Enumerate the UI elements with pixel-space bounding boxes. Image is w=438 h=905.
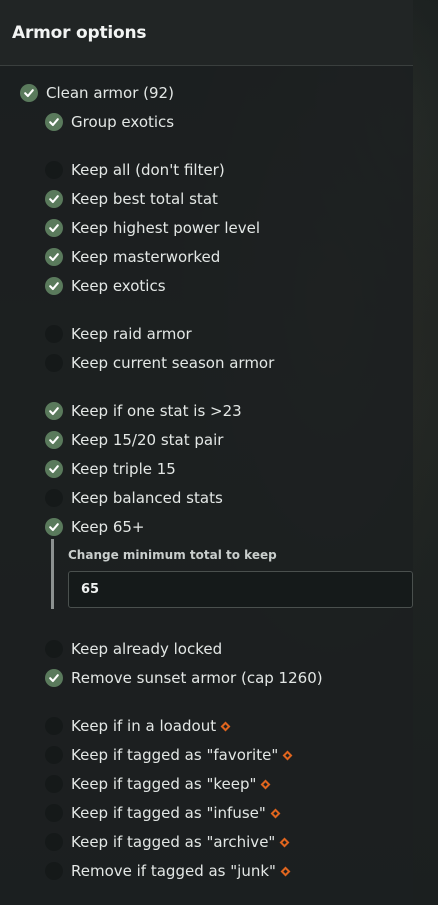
option-clean[interactable]: Clean armor (92) [20, 81, 174, 105]
tag-diamond-icon [260, 779, 271, 790]
option-remove-junk[interactable]: Remove if tagged as "junk" [45, 859, 291, 883]
option-keep-triple[interactable]: Keep triple 15 [45, 457, 176, 481]
option-keep-infuse[interactable]: Keep if tagged as "infuse" [45, 801, 281, 825]
armor-options-panel: Armor options [0, 0, 413, 905]
option-keep-65[interactable]: Keep 65+ [45, 515, 145, 539]
option-label: Keep already locked [71, 640, 223, 658]
option-label: Group exotics [71, 113, 175, 131]
checked-checkbox-icon[interactable] [45, 113, 63, 131]
option-keep-exotics[interactable]: Keep exotics [45, 274, 166, 298]
option-keep-archive[interactable]: Keep if tagged as "archive" [45, 830, 290, 854]
option-label: Keep masterworked [71, 248, 221, 266]
tag-diamond-icon [220, 721, 231, 732]
option-label: Keep exotics [71, 277, 166, 295]
option-keep-season[interactable]: Keep current season armor [45, 351, 274, 375]
option-keep-highest-power[interactable]: Keep highest power level [45, 216, 260, 240]
tag-diamond-icon [270, 808, 281, 819]
checked-checkbox-icon[interactable] [45, 431, 63, 449]
option-label: Keep current season armor [71, 354, 275, 372]
option-label: Keep triple 15 [71, 460, 176, 478]
tag-diamond-icon [280, 866, 291, 877]
option-label: Remove if tagged as "junk" [71, 862, 276, 880]
option-keep-raid[interactable]: Keep raid armor [45, 322, 192, 346]
unchecked-checkbox-icon[interactable] [45, 862, 63, 880]
option-label: Remove sunset armor (cap 1260) [71, 669, 323, 687]
option-label: Keep highest power level [71, 219, 261, 237]
option-keep-all[interactable]: Keep all (don't filter) [45, 158, 225, 182]
unchecked-checkbox-icon[interactable] [45, 804, 63, 822]
unchecked-checkbox-icon[interactable] [45, 775, 63, 793]
unchecked-checkbox-icon[interactable] [45, 354, 63, 372]
panel-header: Armor options [0, 0, 413, 66]
unchecked-checkbox-icon[interactable] [45, 717, 63, 735]
option-label: Clean armor (92) [46, 84, 174, 102]
tag-diamond-icon [279, 837, 290, 848]
checked-checkbox-icon[interactable] [45, 669, 63, 687]
option-keep-keep[interactable]: Keep if tagged as "keep" [45, 772, 271, 796]
option-label: Keep if tagged as "keep" [71, 775, 257, 793]
unchecked-checkbox-icon[interactable] [45, 746, 63, 764]
checked-checkbox-icon[interactable] [45, 460, 63, 478]
checked-checkbox-icon[interactable] [45, 402, 63, 420]
option-group-exotics[interactable]: Group exotics [45, 110, 174, 134]
checked-checkbox-icon[interactable] [45, 277, 63, 295]
min-total-label: Change minimum total to keep [68, 548, 277, 562]
checked-checkbox-icon[interactable] [45, 190, 63, 208]
option-keep-locked[interactable]: Keep already locked [45, 637, 222, 661]
min-total-input[interactable] [68, 571, 413, 608]
checked-checkbox-icon[interactable] [20, 84, 38, 102]
option-keep-masterworked[interactable]: Keep masterworked [45, 245, 220, 269]
option-label: Keep if tagged as "favorite" [71, 746, 279, 764]
option-label: Keep raid armor [71, 325, 192, 343]
checked-checkbox-icon[interactable] [45, 518, 63, 536]
unchecked-checkbox-icon[interactable] [45, 325, 63, 343]
unchecked-checkbox-icon[interactable] [45, 833, 63, 851]
option-label: Keep if in a loadout [71, 717, 217, 735]
checked-checkbox-icon[interactable] [45, 219, 63, 237]
option-keep-one-stat[interactable]: Keep if one stat is >23 [45, 399, 242, 423]
option-label: Keep best total stat [71, 190, 218, 208]
option-keep-balanced[interactable]: Keep balanced stats [45, 486, 223, 510]
option-label: Keep 15/20 stat pair [71, 431, 224, 449]
option-keep-loadout[interactable]: Keep if in a loadout [45, 714, 231, 738]
unchecked-checkbox-icon[interactable] [45, 640, 63, 658]
option-label: Keep if one stat is >23 [71, 402, 242, 420]
option-keep-pair[interactable]: Keep 15/20 stat pair [45, 428, 223, 452]
option-keep-best-total[interactable]: Keep best total stat [45, 187, 218, 211]
tag-diamond-icon [282, 750, 293, 761]
option-label: Keep if tagged as "archive" [71, 833, 276, 851]
option-label: Keep if tagged as "infuse" [71, 804, 266, 822]
option-keep-favorite[interactable]: Keep if tagged as "favorite" [45, 743, 293, 767]
unchecked-checkbox-icon[interactable] [45, 489, 63, 507]
option-label: Keep balanced stats [71, 489, 223, 507]
panel-title: Armor options [12, 23, 147, 43]
option-label: Keep all (don't filter) [71, 161, 225, 179]
option-label: Keep 65+ [71, 518, 145, 536]
unchecked-checkbox-icon[interactable] [45, 161, 63, 179]
option-remove-sunset[interactable]: Remove sunset armor (cap 1260) [45, 666, 323, 690]
checked-checkbox-icon[interactable] [45, 248, 63, 266]
